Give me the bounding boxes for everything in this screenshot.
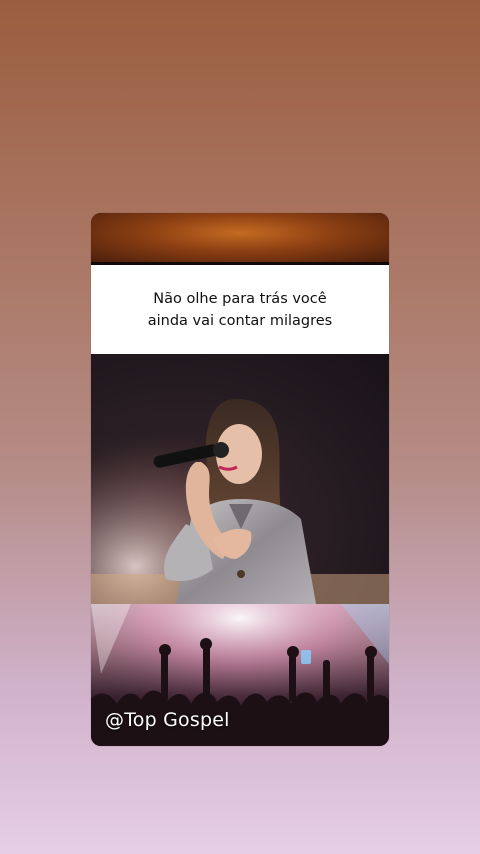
caption-line-1: Não olhe para trás você	[153, 290, 327, 307]
decorative-top-banner	[91, 213, 389, 262]
concert-crowd-photo: @Top Gospel	[91, 604, 389, 746]
story-card[interactable]: Não olhe para trás você ainda vai contar…	[91, 213, 389, 746]
watermark: @Top Gospel	[105, 709, 230, 731]
singer-illustration	[91, 354, 389, 604]
caption-box: Não olhe para trás você ainda vai contar…	[91, 265, 389, 354]
singer-photo	[91, 354, 389, 604]
caption-text: Não olhe para trás você ainda vai contar…	[130, 288, 350, 332]
caption-line-2: ainda vai contar milagres	[147, 312, 333, 329]
